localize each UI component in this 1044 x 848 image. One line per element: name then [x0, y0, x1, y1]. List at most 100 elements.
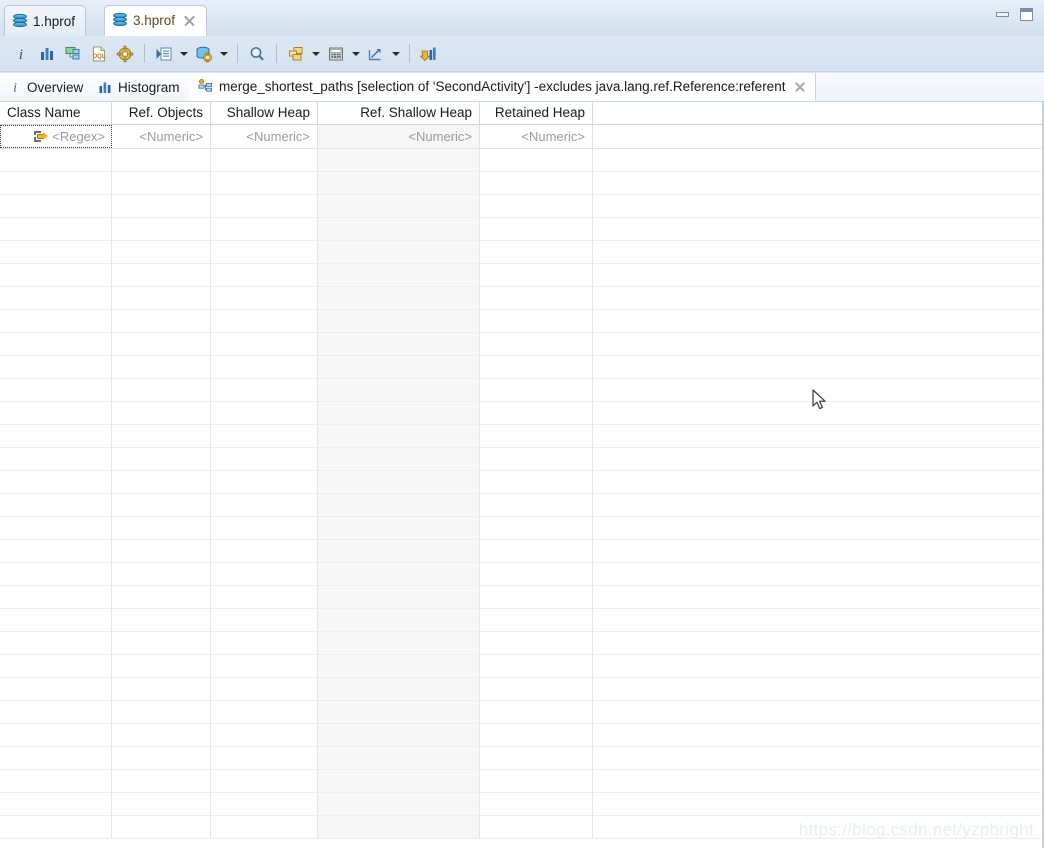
filter-input-shallow-heap[interactable]: <Numeric> [211, 125, 318, 148]
close-icon[interactable] [794, 81, 806, 93]
table-row[interactable] [0, 609, 1042, 632]
filter-input-retained-heap[interactable]: <Numeric> [480, 125, 593, 148]
table-row[interactable] [0, 494, 1042, 517]
calculate-retained-size-icon[interactable] [323, 41, 349, 67]
table-row[interactable] [0, 770, 1042, 793]
table-row[interactable] [0, 287, 1042, 310]
histogram-icon[interactable] [34, 41, 60, 67]
filter-placeholder: <Numeric> [139, 129, 203, 144]
run-expert-system-test-icon[interactable] [151, 41, 177, 67]
table-row[interactable] [0, 678, 1042, 701]
oql-icon[interactable]: OQL [86, 41, 112, 67]
column-header-ref-objects[interactable]: Ref. Objects [112, 102, 211, 124]
thread-overview-icon[interactable] [112, 41, 138, 67]
table-row[interactable] [0, 379, 1042, 402]
table-cell [112, 402, 211, 424]
table-cell [112, 448, 211, 470]
table-row[interactable] [0, 701, 1042, 724]
editor-tab-1hprof[interactable]: 1.hprof [4, 5, 87, 36]
table-cell [0, 793, 112, 815]
table-row[interactable] [0, 724, 1042, 747]
table-cell [318, 770, 480, 792]
find-icon[interactable] [244, 41, 270, 67]
table-row[interactable] [0, 655, 1042, 678]
column-header-shallow-heap[interactable]: Shallow Heap [211, 102, 318, 124]
table-body [0, 149, 1042, 848]
table-row[interactable] [0, 425, 1042, 448]
merge-paths-icon [198, 79, 213, 92]
table-cell [318, 609, 480, 631]
table-row[interactable] [0, 563, 1042, 586]
table-cell [112, 655, 211, 677]
column-header-ref-shallow-heap[interactable]: Ref. Shallow Heap [318, 102, 480, 124]
table-row[interactable] [0, 356, 1042, 379]
overview-info-icon[interactable]: i [8, 41, 34, 67]
table-cell [480, 287, 593, 309]
filter-input-class-name[interactable]: <Regex> [0, 125, 112, 148]
table-row[interactable] [0, 241, 1042, 264]
column-header-label: Shallow Heap [226, 105, 310, 120]
table-cell [593, 793, 1042, 815]
tab-histogram[interactable]: Histogram [90, 73, 190, 101]
maximize-icon[interactable] [1019, 8, 1034, 21]
table-row[interactable] [0, 448, 1042, 471]
query-browser-icon[interactable] [191, 41, 217, 67]
table-filter-row: <Regex> <Numeric> <Numeric> <Numeric> <N… [0, 125, 1042, 149]
table-cell [318, 356, 480, 378]
editor-tab-label: 3.hprof [133, 13, 176, 28]
table-row[interactable] [0, 402, 1042, 425]
table-cell [0, 264, 112, 286]
table-cell [211, 655, 318, 677]
table-cell [211, 586, 318, 608]
table-cell [480, 701, 593, 723]
table-row[interactable] [0, 149, 1042, 172]
tab-overview[interactable]: i Overview [0, 73, 94, 101]
table-cell [480, 356, 593, 378]
column-header-class-name[interactable]: Class Name [0, 102, 112, 124]
table-header-row: Class Name Ref. Objects Shallow Heap Ref… [0, 102, 1042, 125]
table-cell [112, 149, 211, 171]
table-row[interactable] [0, 264, 1042, 287]
table-row[interactable] [0, 540, 1042, 563]
table-row[interactable] [0, 793, 1042, 816]
table-row[interactable] [0, 586, 1042, 609]
minimize-icon[interactable] [995, 8, 1010, 21]
export-icon[interactable] [363, 41, 389, 67]
table-cell [593, 655, 1042, 677]
group-by-dropdown-arrow[interactable] [309, 41, 323, 67]
tab-merge-shortest-paths[interactable]: merge_shortest_paths [selection of 'Seco… [189, 73, 817, 101]
group-by-icon[interactable] [283, 41, 309, 67]
table-cell [480, 425, 593, 447]
table-row[interactable] [0, 172, 1042, 195]
table-cell [112, 793, 211, 815]
run-expert-dropdown-arrow[interactable] [177, 41, 191, 67]
query-browser-dropdown-arrow[interactable] [217, 41, 231, 67]
close-icon[interactable] [183, 14, 196, 27]
table-cell [593, 402, 1042, 424]
regex-filter-icon [34, 130, 49, 143]
filter-input-ref-objects[interactable]: <Numeric> [112, 125, 211, 148]
compare-to-baseline-icon[interactable] [416, 41, 442, 67]
table-row[interactable] [0, 310, 1042, 333]
table-cell [112, 770, 211, 792]
column-header-retained-heap[interactable]: Retained Heap [480, 102, 593, 124]
calculate-retained-size-dropdown-arrow[interactable] [349, 41, 363, 67]
table-row[interactable] [0, 632, 1042, 655]
table-row[interactable] [0, 517, 1042, 540]
export-dropdown-arrow[interactable] [389, 41, 403, 67]
table-cell [112, 241, 211, 263]
table-cell [0, 149, 112, 171]
filter-input-ref-shallow-heap[interactable]: <Numeric> [318, 125, 480, 148]
table-row[interactable] [0, 333, 1042, 356]
editor-tab-3hprof[interactable]: 3.hprof [104, 5, 208, 36]
table-cell [112, 586, 211, 608]
table-row[interactable] [0, 747, 1042, 770]
table-row[interactable] [0, 218, 1042, 241]
table-row[interactable] [0, 471, 1042, 494]
separator-2 [237, 44, 238, 63]
table-cell [318, 425, 480, 447]
table-cell [480, 655, 593, 677]
table-cell [211, 632, 318, 654]
table-row[interactable] [0, 195, 1042, 218]
dominator-tree-icon[interactable] [60, 41, 86, 67]
